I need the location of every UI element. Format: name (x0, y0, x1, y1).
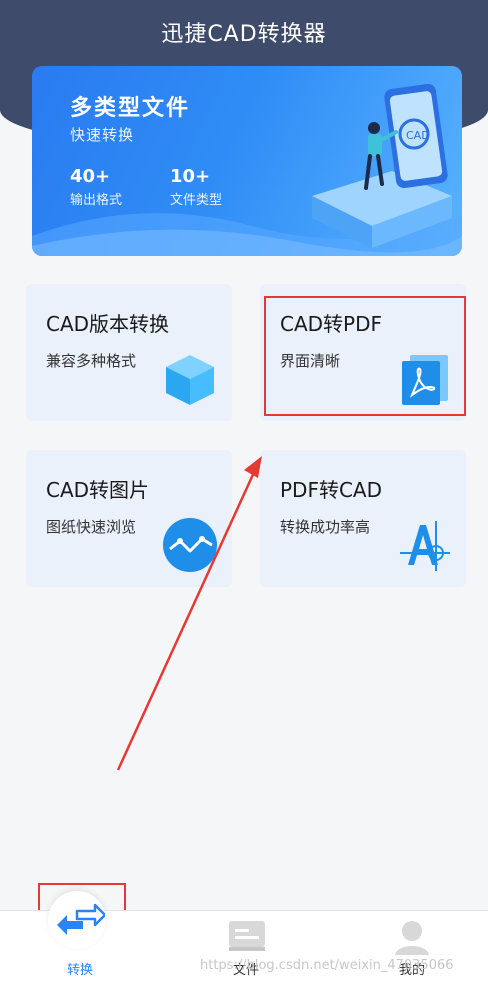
pdf-icon (402, 355, 448, 405)
banner-phone-illustration: CAD (312, 83, 452, 248)
card-title: CAD转PDF (280, 312, 383, 336)
card-title: CAD版本转换 (46, 312, 170, 336)
stat-label: 文件类型 (170, 193, 223, 208)
card-cad-to-pdf[interactable]: CAD转PDF 界面清晰 (260, 284, 466, 421)
svg-text:CAD: CAD (406, 129, 430, 142)
card-subtitle: 图纸快速浏览 (46, 518, 137, 536)
card-title: PDF转CAD (280, 478, 383, 502)
card-subtitle: 兼容多种格式 (46, 352, 137, 370)
convert-arrows-icon (57, 903, 105, 935)
nav-tab-convert[interactable]: 转换 (20, 891, 140, 984)
card-subtitle: 界面清晰 (280, 352, 341, 370)
nav-tab-mine[interactable]: 我的 (352, 911, 472, 984)
banner-subtitle: 快速转换 (70, 126, 135, 144)
nav-label: 转换 (66, 963, 93, 978)
cad-drawing-icon (400, 521, 450, 571)
app-title: 迅捷CAD转换器 (161, 22, 327, 47)
cube-icon (166, 355, 214, 405)
card-cad-to-image[interactable]: CAD转图片 图纸快速浏览 (26, 450, 232, 587)
stat-number: 10+ (170, 166, 211, 187)
card-pdf-to-cad[interactable]: PDF转CAD 转换成功率高 (260, 450, 466, 587)
card-subtitle: 转换成功率高 (280, 518, 371, 536)
stat-number: 40+ (70, 166, 111, 187)
folder-icon (229, 921, 265, 951)
image-chart-icon (163, 518, 217, 572)
user-icon (395, 921, 429, 955)
card-cad-version-convert[interactable]: CAD版本转换 兼容多种格式 (26, 284, 232, 421)
card-title: CAD转图片 (46, 478, 150, 502)
banner-title: 多类型文件 (70, 96, 191, 121)
stat-file-types: 10+ 文件类型 (170, 166, 222, 208)
stat-output-formats: 40+ 输出格式 (70, 166, 122, 208)
stat-label: 输出格式 (70, 193, 123, 208)
promo-banner[interactable]: 多类型文件 快速转换 40+ 输出格式 10+ 文件类型 CAD (32, 66, 462, 256)
nav-tab-files[interactable]: 文件 (186, 911, 306, 984)
watermark: https://blog.csdn.net/weixin_47035066 (200, 958, 454, 973)
